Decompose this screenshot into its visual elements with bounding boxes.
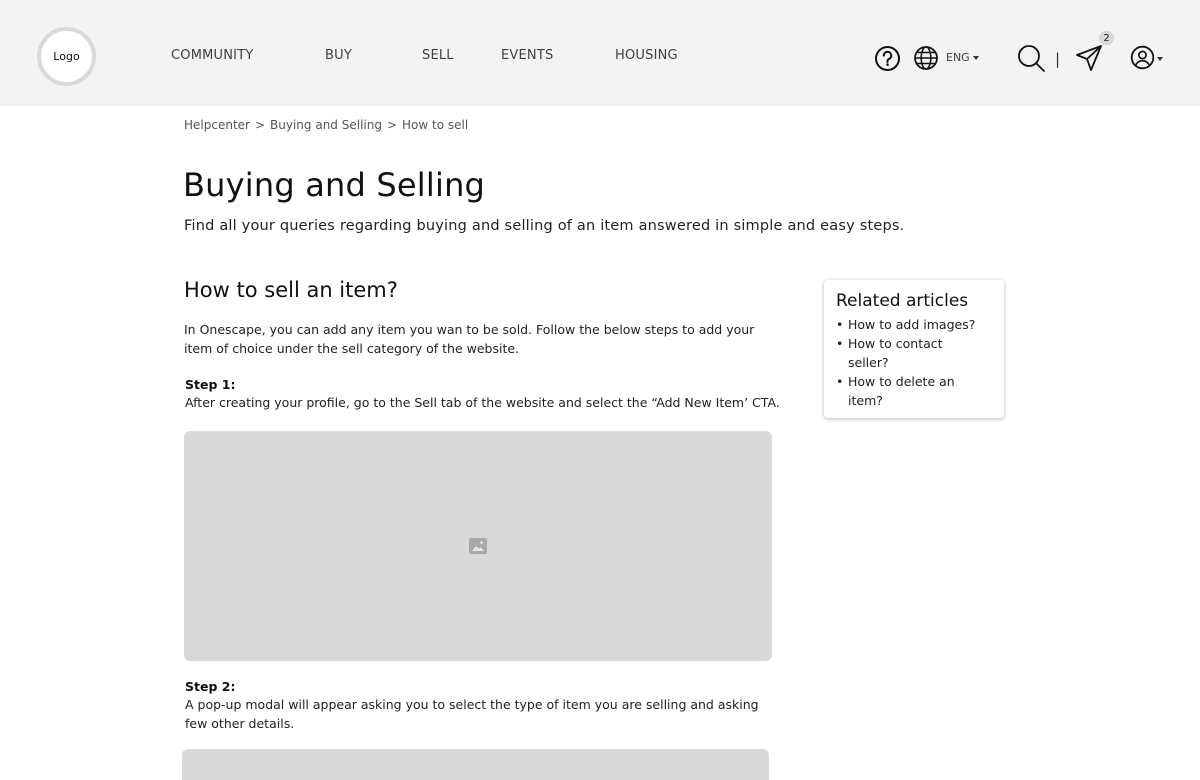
breadcrumb-helpcenter[interactable]: Helpcenter (184, 118, 250, 132)
image-icon (469, 538, 487, 554)
language-selector[interactable]: ENG (946, 51, 979, 64)
notification-count: 2 (1103, 32, 1110, 44)
related-article-link[interactable]: How to delete an item? (836, 372, 966, 410)
language-label: ENG (946, 51, 970, 64)
related-articles-title: Related articles (836, 291, 969, 311)
related-articles-list: How to add images? How to contact seller… (836, 315, 992, 410)
article: How to sell an item? In Onescape, you ca… (184, 278, 784, 412)
step-2-image-placeholder (182, 749, 769, 780)
nav-sell[interactable]: SELL (422, 48, 454, 63)
breadcrumb-separator: > (254, 118, 266, 132)
nav-buy[interactable]: BUY (325, 48, 352, 63)
chevron-down-icon (972, 55, 979, 60)
globe-icon[interactable] (913, 45, 939, 71)
nav-community[interactable]: COMMUNITY (171, 48, 254, 63)
article-title: How to sell an item? (184, 278, 398, 302)
article-intro: In Onescape, you can add any item you wa… (184, 322, 755, 356)
user-avatar-icon[interactable] (1130, 45, 1155, 70)
breadcrumb: Helpcenter > Buying and Selling > How to… (184, 118, 468, 132)
step-1-label: Step 1: (185, 377, 236, 392)
breadcrumb-how-to-sell[interactable]: How to sell (402, 118, 468, 132)
step-1-text: After creating your profile, go to the S… (185, 395, 780, 410)
breadcrumb-separator: > (386, 118, 398, 132)
notification-badge: 2 (1099, 31, 1114, 45)
avatar-chevron-down-icon[interactable] (1157, 57, 1163, 61)
step-2: Step 2: A pop-up modal will appear askin… (184, 678, 775, 733)
breadcrumb-buying-selling[interactable]: Buying and Selling (270, 118, 382, 132)
page-title: Buying and Selling (183, 166, 486, 204)
page-subtitle: Find all your queries regarding buying a… (184, 218, 905, 234)
step-2-text: A pop-up modal will appear asking you to… (185, 697, 759, 731)
top-header: Logo COMMUNITY BUY SELL EVENTS HOUSING E… (0, 0, 1200, 106)
related-article-link[interactable]: How to add images? (836, 315, 992, 334)
header-separator: | (1055, 50, 1061, 68)
logo-text: Logo (53, 50, 80, 63)
send-icon[interactable] (1075, 44, 1103, 72)
step-2-label: Step 2: (185, 679, 236, 694)
help-icon[interactable] (874, 45, 901, 72)
related-article-link[interactable]: How to contact seller? (836, 334, 956, 372)
logo[interactable]: Logo (37, 27, 96, 86)
nav-housing[interactable]: HOUSING (615, 48, 678, 63)
related-articles-card: Related articles How to add images? How … (824, 280, 1004, 418)
search-icon[interactable] (1017, 44, 1046, 73)
step-1-image-placeholder (184, 431, 772, 661)
nav-events[interactable]: EVENTS (501, 48, 553, 63)
